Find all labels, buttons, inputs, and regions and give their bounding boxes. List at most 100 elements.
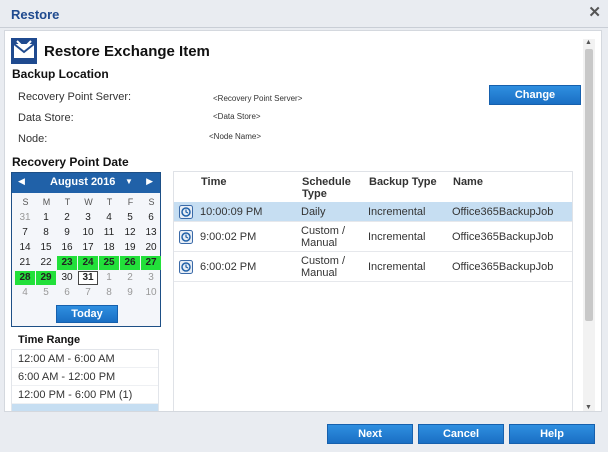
calendar-day[interactable]: 22 — [36, 256, 56, 270]
calendar: ◀ August 2016 ▼ ▶ S M T W T F S 31 1 2 3 4 5 6 7 8 9 10 11… — [11, 172, 161, 327]
page-title: Restore Exchange Item — [44, 43, 210, 60]
column-header-backup-type[interactable]: Backup Type — [369, 176, 437, 188]
calendar-day[interactable]: 12 — [120, 226, 140, 240]
rps-value: <Recovery Point Server> — [213, 94, 303, 103]
calendar-day[interactable]: 16 — [57, 241, 77, 255]
recovery-point-date-title: Recovery Point Date — [12, 155, 129, 169]
calendar-day[interactable]: 2 — [120, 271, 140, 285]
scroll-up-icon[interactable]: ▲ — [585, 39, 592, 46]
calendar-day[interactable]: 29 — [36, 271, 56, 285]
calendar-day[interactable]: 1 — [99, 271, 119, 285]
window-title: Restore — [11, 7, 60, 22]
column-header-time[interactable]: Time — [201, 176, 226, 188]
calendar-day[interactable]: 2 — [57, 211, 77, 225]
vertical-scrollbar[interactable]: ▲ ▼ — [583, 39, 595, 411]
row-time: 9:00:02 PM — [200, 231, 257, 243]
calendar-day[interactable]: 15 — [36, 241, 56, 255]
table-row[interactable]: 9:00:02 PM Custom / Manual Incremental Offi… — [174, 222, 572, 252]
calendar-day[interactable]: 1 — [36, 211, 56, 225]
table-row[interactable]: 10:00:09 PM Daily Incremental Office365Back… — [174, 202, 572, 222]
calendar-day[interactable]: 9 — [57, 226, 77, 240]
calendar-day[interactable]: 9 — [120, 286, 140, 300]
calendar-day[interactable]: 21 — [15, 256, 35, 270]
node-label: Node: — [18, 133, 48, 145]
calendar-day[interactable]: 11 — [99, 226, 119, 240]
row-time: 10:00:09 PM — [200, 206, 263, 218]
recovery-points-table: Time Schedule Type Backup Type Name 10:0… — [173, 171, 573, 411]
calendar-day[interactable]: 25 — [99, 256, 119, 270]
data-store-value: <Data Store> — [213, 112, 261, 121]
calendar-day[interactable]: 31 — [15, 211, 35, 225]
table-row[interactable]: 6:00:02 PM Custom / Manual Incremental Offi… — [174, 252, 572, 282]
calendar-day[interactable]: 28 — [15, 271, 35, 285]
calendar-day[interactable]: 8 — [99, 286, 119, 300]
prev-month-icon[interactable]: ◀ — [18, 176, 25, 187]
calendar-day[interactable]: 7 — [78, 286, 98, 300]
time-range-item[interactable]: 12:00 AM - 6:00 AM — [12, 350, 158, 368]
weekday-label: T — [64, 197, 71, 207]
next-button[interactable]: Next — [327, 424, 413, 444]
row-backup-type: Incremental — [368, 261, 426, 273]
dialog-content: Restore Exchange Item Backup Location Re… — [4, 30, 602, 412]
row-name: Office365BackupJob — [452, 206, 554, 218]
recovery-point-icon — [179, 230, 193, 244]
row-backup-type: Incremental — [368, 206, 426, 218]
calendar-day[interactable]: 18 — [99, 241, 119, 255]
month-dropdown-icon[interactable]: ▼ — [125, 177, 133, 186]
calendar-day[interactable]: 6 — [141, 211, 161, 225]
weekday-label: M — [42, 197, 51, 207]
column-header-schedule-type[interactable]: Schedule Type — [302, 176, 362, 200]
calendar-day[interactable]: 14 — [15, 241, 35, 255]
row-schedule-type: Daily — [301, 206, 326, 218]
data-store-label: Data Store: — [18, 112, 74, 124]
close-icon[interactable]: ✕ — [588, 4, 601, 22]
cancel-button[interactable]: Cancel — [418, 424, 504, 444]
recovery-point-icon — [179, 260, 193, 274]
row-name: Office365BackupJob — [452, 261, 554, 273]
weekday-label: S — [148, 197, 155, 207]
calendar-day[interactable]: 30 — [57, 271, 77, 285]
next-month-icon[interactable]: ▶ — [146, 176, 153, 187]
calendar-day[interactable]: 19 — [120, 241, 140, 255]
scrollbar-thumb[interactable] — [585, 49, 593, 321]
calendar-day[interactable]: 3 — [141, 271, 161, 285]
calendar-day[interactable]: 23 — [57, 256, 77, 270]
row-schedule-type: Custom / Manual — [301, 225, 346, 249]
calendar-day[interactable]: 8 — [36, 226, 56, 240]
calendar-day[interactable]: 24 — [78, 256, 98, 270]
calendar-day[interactable]: 13 — [141, 226, 161, 240]
column-header-name[interactable]: Name — [453, 176, 483, 188]
weekday-label: S — [22, 197, 29, 207]
calendar-day[interactable]: 6 — [57, 286, 77, 300]
weekday-label: W — [84, 197, 93, 207]
scroll-down-icon[interactable]: ▼ — [585, 404, 592, 411]
calendar-day[interactable]: 3 — [78, 211, 98, 225]
calendar-day[interactable]: 4 — [15, 286, 35, 300]
time-range-item-selected[interactable] — [12, 404, 158, 411]
row-schedule-type: Custom / Manual — [301, 255, 346, 279]
change-button[interactable]: Change — [489, 85, 581, 105]
calendar-day[interactable]: 5 — [120, 211, 140, 225]
calendar-day[interactable]: 10 — [141, 286, 161, 300]
title-bar: Restore ✕ — [0, 0, 608, 28]
calendar-day[interactable]: 4 — [99, 211, 119, 225]
calendar-day[interactable]: 10 — [78, 226, 98, 240]
time-range-item[interactable]: 12:00 PM - 6:00 PM (1) — [12, 386, 158, 404]
time-range-item[interactable]: 6:00 AM - 12:00 PM — [12, 368, 158, 386]
time-range-title: Time Range — [18, 334, 81, 346]
calendar-day[interactable]: 17 — [78, 241, 98, 255]
rps-label: Recovery Point Server: — [18, 91, 132, 103]
today-button[interactable]: Today — [56, 305, 118, 323]
calendar-day[interactable]: 7 — [15, 226, 35, 240]
calendar-day[interactable]: 20 — [141, 241, 161, 255]
recovery-point-icon — [179, 205, 193, 219]
weekday-label: F — [127, 197, 134, 207]
calendar-month-label[interactable]: August 2016 — [50, 176, 115, 188]
help-button[interactable]: Help — [509, 424, 595, 444]
restore-exchange-icon — [11, 38, 37, 64]
calendar-day[interactable]: 5 — [36, 286, 56, 300]
calendar-day[interactable]: 26 — [120, 256, 140, 270]
backup-location-title: Backup Location — [12, 67, 109, 81]
calendar-day[interactable]: 27 — [141, 256, 161, 270]
calendar-day-selected[interactable]: 31 — [78, 271, 98, 285]
